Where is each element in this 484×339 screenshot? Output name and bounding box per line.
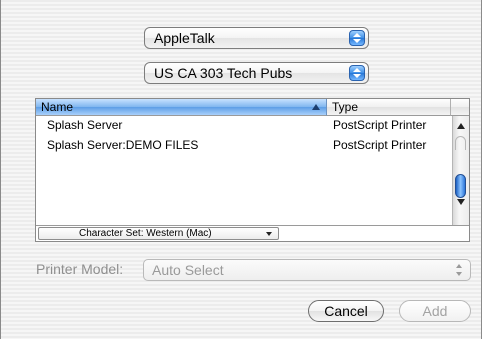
printer-model-popup[interactable]: Auto Select xyxy=(143,259,471,281)
column-header-type-label: Type xyxy=(332,100,359,114)
printer-rows: Splash Server PostScript Printer Splash … xyxy=(36,116,452,156)
scroll-up-arrow-icon[interactable] xyxy=(457,123,465,129)
printer-model-label: Printer Model: xyxy=(36,261,124,277)
popup-arrows-icon xyxy=(349,65,365,81)
vertical-scrollbar[interactable] xyxy=(452,116,469,225)
printer-name: Splash Server xyxy=(47,118,123,132)
scroll-track-cap xyxy=(455,136,466,150)
printer-model-value: Auto Select xyxy=(152,262,224,278)
popup-arrows-icon xyxy=(454,263,466,277)
printer-type: PostScript Printer xyxy=(333,118,427,132)
column-header-type[interactable]: Type xyxy=(327,99,451,116)
zone-popup[interactable]: US CA 303 Tech Pubs xyxy=(144,62,369,84)
column-header-corner xyxy=(451,99,469,116)
character-set-popup[interactable]: Character Set: Western (Mac) xyxy=(38,227,279,240)
sort-ascending-icon xyxy=(312,104,320,110)
character-set-value: Character Set: Western (Mac) xyxy=(79,228,212,239)
dropdown-arrow-icon xyxy=(266,232,272,236)
protocol-popup[interactable]: AppleTalk xyxy=(144,27,369,49)
printer-type: PostScript Printer xyxy=(333,138,427,152)
zone-popup-value: US CA 303 Tech Pubs xyxy=(154,65,293,81)
table-row[interactable]: Splash Server PostScript Printer xyxy=(36,116,452,136)
printer-list[interactable]: Name Type Splash Server PostScript Print… xyxy=(35,98,470,242)
printer-name: Splash Server:DEMO FILES xyxy=(47,138,199,152)
table-row[interactable]: Splash Server:DEMO FILES PostScript Prin… xyxy=(36,136,452,156)
column-header-name-label: Name xyxy=(41,100,74,114)
character-set-bar: Character Set: Western (Mac) xyxy=(36,225,469,241)
popup-arrows-icon xyxy=(349,30,365,46)
add-button[interactable]: Add xyxy=(399,300,471,322)
add-printer-dialog: AppleTalk US CA 303 Tech Pubs Name Type … xyxy=(0,0,482,339)
cancel-button[interactable]: Cancel xyxy=(308,300,384,322)
scroll-down-arrow-icon[interactable] xyxy=(457,199,465,205)
protocol-popup-value: AppleTalk xyxy=(154,30,215,46)
scroll-thumb[interactable] xyxy=(455,174,466,198)
column-header-name[interactable]: Name xyxy=(36,99,327,116)
